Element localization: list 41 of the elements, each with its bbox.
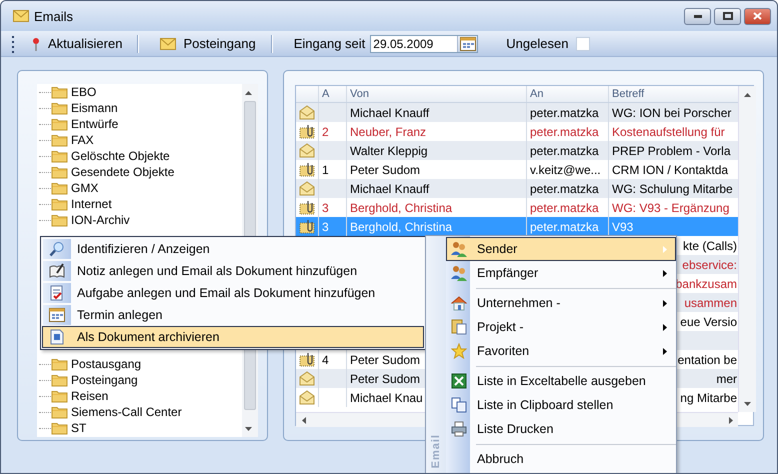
table-cell: Neuber, Franz [350, 124, 426, 138]
table-cell: WG: V93 - Ergänzung [612, 200, 730, 214]
table-cell: V93 [612, 220, 634, 234]
table-cell: Michael Knauff [350, 106, 430, 120]
table-cell: Peter Sudom [350, 352, 420, 366]
table-cell: peter.matzka [530, 182, 599, 196]
table-cell: usammen [684, 296, 737, 310]
window-title: Emails [34, 8, 74, 24]
table-cell: WG: ION bei Porscher [612, 106, 732, 120]
date-label: Eingang seit [294, 36, 366, 51]
table-cell: Kostenaufstellung für [612, 124, 725, 138]
table-cell: Peter Sudom [350, 372, 420, 386]
table-cell: peter.matzka [530, 106, 599, 120]
table-cell: CRM ION / Kontaktda [612, 162, 728, 176]
table-cell: Walter Kleppig [350, 144, 428, 158]
table-cell: kte (Calls) [682, 238, 737, 252]
unread-label: Ungelesen [506, 36, 568, 51]
table-cell: 4 [322, 352, 329, 366]
table-cell: Berghold, Christina [350, 220, 452, 234]
table-cell: PREP Problem - Vorla [612, 144, 730, 158]
table-cell: Michael Knau [350, 390, 423, 404]
table-cell: peter.matzka [530, 200, 599, 214]
table-cell: Berghold, Christina [350, 200, 452, 214]
table-cell: mer [716, 372, 737, 386]
table-cell: 3 [322, 200, 329, 214]
table-cell: peter.matzka [530, 144, 599, 158]
table-cell: 3 [322, 220, 329, 234]
table-cell: 2 [322, 124, 329, 138]
table-cell: 1 [322, 162, 329, 176]
table-cell: bankzusam [676, 276, 737, 290]
table-cell: v.keitz@we... [530, 162, 601, 176]
table-cell: Michael Knauff [350, 182, 430, 196]
table-cell: peter.matzka [530, 220, 599, 234]
table-cell: ng Mitarbe [680, 390, 737, 404]
table-cell: peter.matzka [530, 124, 599, 138]
table-cell: ebservice: [682, 258, 737, 272]
table-cell: eue Versio [680, 314, 737, 328]
menu-side-label: Email [430, 434, 442, 468]
table-cell: WG: Schulung Mitarbe [612, 182, 733, 196]
table-cell: entation be [678, 352, 737, 366]
table-cell: Peter Sudom [350, 162, 420, 176]
